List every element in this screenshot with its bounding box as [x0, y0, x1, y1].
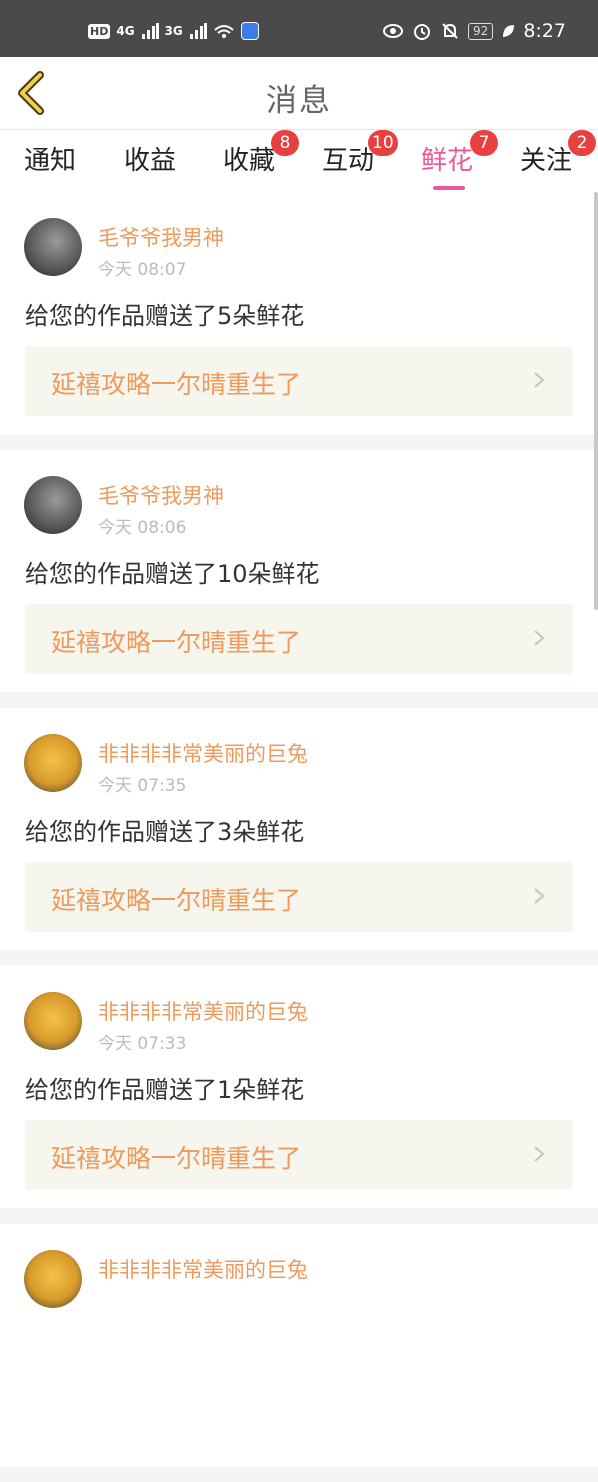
message-card: 非非非非常美丽的巨兔: [0, 1224, 598, 1466]
message-text: 给您的作品赠送了5朵鲜花: [25, 302, 305, 330]
work-title: 延禧攻略一尔晴重生了: [51, 628, 302, 657]
tab-label: 收藏: [223, 146, 276, 176]
network-3g-label: 3G: [164, 24, 183, 38]
following-badge: 2: [568, 130, 596, 156]
chevron-right-icon: [534, 372, 545, 388]
alarm-icon: [414, 24, 431, 40]
work-link[interactable]: 延禧攻略一尔晴重生了: [25, 862, 573, 932]
work-title: 延禧攻略一尔晴重生了: [51, 370, 302, 399]
tab-label: 互动: [322, 146, 375, 176]
message-time: 今天 07:33: [98, 1034, 187, 1054]
tab-label: 关注: [520, 146, 573, 176]
signal-icon-2: [189, 23, 207, 39]
message-text: 给您的作品赠送了10朵鲜花: [25, 560, 320, 588]
tab-favorites[interactable]: 收藏 8: [223, 130, 299, 177]
user-name[interactable]: 毛爷爷我男神: [98, 222, 224, 252]
tab-label: 鲜花: [421, 146, 474, 176]
message-card: 非非非非常美丽的巨兔 今天 07:33 给您的作品赠送了1朵鲜花 延禧攻略一尔晴…: [0, 966, 598, 1208]
top-header: 消息: [0, 57, 598, 130]
status-bar: HD 4G 3G 92 8:27: [0, 0, 598, 57]
work-link[interactable]: 延禧攻略一尔晴重生了: [25, 346, 573, 416]
tab-bar: 通知 收益 收藏 8 互动 10 鲜花 7 关注 2: [0, 130, 598, 192]
status-right: 92 8:27: [382, 20, 566, 42]
tab-label: 收益: [124, 146, 177, 176]
user-name[interactable]: 非非非非常美丽的巨兔: [98, 996, 308, 1026]
music-app-icon: [240, 22, 259, 40]
message-list: 毛爷爷我男神 今天 08:07 给您的作品赠送了5朵鲜花 延禧攻略一尔晴重生了 …: [0, 192, 598, 1482]
tab-earnings[interactable]: 收益: [124, 140, 176, 177]
user-name[interactable]: 非非非非常美丽的巨兔: [98, 738, 308, 768]
work-link[interactable]: 延禧攻略一尔晴重生了: [25, 1120, 573, 1190]
message-time: 今天 08:06: [98, 518, 187, 538]
mute-bell-icon: [442, 23, 458, 39]
status-left: HD 4G 3G: [88, 22, 259, 40]
message-text: 给您的作品赠送了3朵鲜花: [25, 818, 305, 846]
scrollbar[interactable]: [594, 192, 598, 610]
tab-label: 通知: [24, 146, 77, 176]
wifi-icon: [214, 25, 234, 38]
message-card: 毛爷爷我男神 今天 08:07 给您的作品赠送了5朵鲜花 延禧攻略一尔晴重生了: [0, 192, 598, 434]
message-card: 非非非非常美丽的巨兔 今天 07:35 给您的作品赠送了3朵鲜花 延禧攻略一尔晴…: [0, 708, 598, 950]
chevron-right-icon: [534, 630, 545, 646]
tab-flowers[interactable]: 鲜花 7: [421, 130, 498, 190]
work-title: 延禧攻略一尔晴重生了: [51, 886, 302, 915]
eye-icon: [383, 24, 404, 38]
active-tab-indicator: [433, 186, 465, 190]
chevron-right-icon: [534, 1146, 545, 1162]
avatar[interactable]: [24, 476, 82, 534]
message-card: 毛爷爷我男神 今天 08:06 给您的作品赠送了10朵鲜花 延禧攻略一尔晴重生了: [0, 450, 598, 692]
signal-icon: [141, 23, 159, 39]
hd-indicator: HD: [88, 23, 111, 39]
avatar[interactable]: [24, 1250, 82, 1308]
battery-indicator: 92: [468, 22, 494, 40]
page-title: 消息: [266, 83, 332, 119]
user-name[interactable]: 毛爷爷我男神: [98, 480, 224, 510]
clock-time: 8:27: [523, 20, 566, 42]
work-title: 延禧攻略一尔晴重生了: [51, 1144, 302, 1173]
avatar[interactable]: [24, 992, 82, 1050]
tab-following[interactable]: 关注 2: [520, 130, 596, 177]
avatar[interactable]: [24, 218, 82, 276]
leaf-icon: [503, 25, 515, 37]
favorites-badge: 8: [271, 130, 299, 156]
interactions-badge: 10: [368, 130, 398, 156]
avatar[interactable]: [24, 734, 82, 792]
tab-notifications[interactable]: 通知: [24, 140, 76, 177]
message-text: 给您的作品赠送了1朵鲜花: [25, 1076, 305, 1104]
flowers-badge: 7: [470, 130, 498, 156]
work-link[interactable]: 延禧攻略一尔晴重生了: [25, 604, 573, 674]
network-4g-label: 4G: [116, 24, 135, 38]
message-time: 今天 07:35: [98, 776, 187, 796]
message-time: 今天 08:07: [98, 260, 187, 280]
chevron-right-icon: [534, 888, 545, 904]
tab-interactions[interactable]: 互动 10: [322, 130, 398, 177]
